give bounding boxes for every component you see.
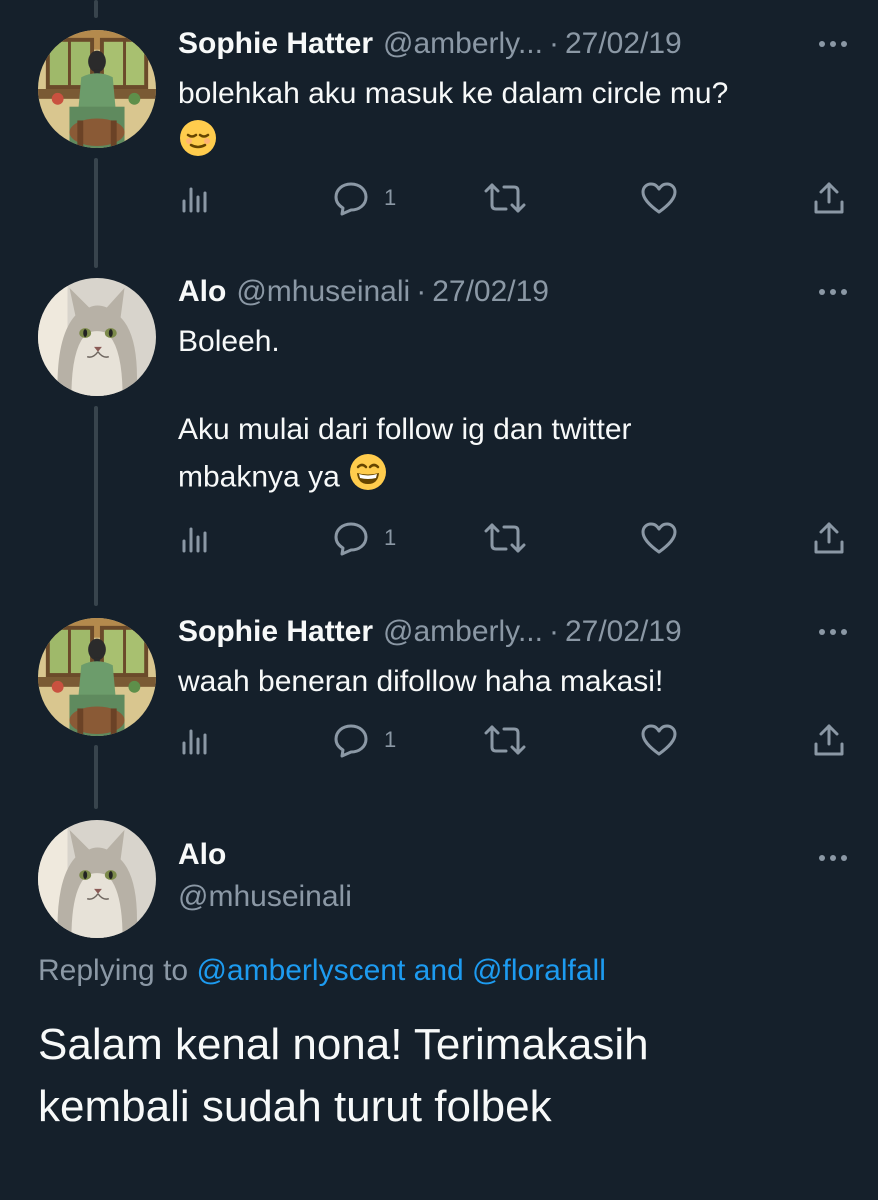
avatar[interactable] xyxy=(38,278,156,396)
tweet-text: bolehkah aku masuk ke dalam circle mu? xyxy=(178,72,838,166)
display-name[interactable]: Alo xyxy=(178,838,226,872)
user-handle[interactable]: @amberly... xyxy=(383,27,543,61)
relieved-face-icon xyxy=(178,118,218,171)
mention-link[interactable]: @amberlyscent xyxy=(196,954,405,987)
like-button[interactable] xyxy=(640,176,678,220)
tweet-text-line: Salam kenal nona! Terimakasih xyxy=(38,1020,649,1069)
tweet-header: Sophie Hatter @amberly... · 27/02/19 xyxy=(178,612,848,652)
share-icon xyxy=(814,724,844,756)
tweet-text-line: bolehkah aku masuk ke dalam circle mu? xyxy=(178,77,729,110)
thread-line xyxy=(94,745,98,809)
avatar[interactable] xyxy=(38,618,156,736)
retweet-icon xyxy=(484,183,526,213)
tweet-text: waah beneran difollow haha makasi! xyxy=(178,660,838,704)
reply-count: 1 xyxy=(384,525,397,550)
tweet-date[interactable]: 27/02/19 xyxy=(565,27,682,61)
share-button[interactable] xyxy=(812,516,846,560)
share-button[interactable] xyxy=(812,176,846,220)
replying-and: and xyxy=(413,954,464,987)
tweet-header: Alo @mhuseinali · 27/02/19 xyxy=(178,272,848,312)
retweet-button[interactable] xyxy=(484,718,526,762)
cat-avatar xyxy=(38,278,156,396)
share-icon xyxy=(814,182,844,214)
display-name[interactable]: Alo xyxy=(178,275,226,309)
more-icon[interactable] xyxy=(804,838,848,878)
avatar[interactable] xyxy=(38,820,156,938)
reply-icon xyxy=(334,182,368,216)
views-icon[interactable] xyxy=(178,516,212,560)
user-handle[interactable]: @amberly... xyxy=(383,615,543,649)
more-icon[interactable] xyxy=(804,612,848,652)
tweet-text-line: Boleeh. xyxy=(178,325,280,358)
tweet-date[interactable]: 27/02/19 xyxy=(432,275,549,309)
tweet-header: Sophie Hatter @amberly... · 27/02/19 xyxy=(178,24,848,64)
share-icon xyxy=(814,522,844,554)
replying-label: Replying to xyxy=(38,954,189,987)
avatar[interactable] xyxy=(38,30,156,148)
like-icon xyxy=(641,182,677,214)
separator-dot: · xyxy=(548,27,559,60)
reply-count: 1 xyxy=(384,185,397,210)
tweet-text-line: Aku mulai dari follow ig dan twitter xyxy=(178,413,632,446)
tweet-text-line: mbaknya ya xyxy=(178,460,340,494)
replying-to: Replying to @amberlyscent and @floralfal… xyxy=(38,954,606,988)
like-button[interactable] xyxy=(640,516,678,560)
thread-line xyxy=(94,158,98,268)
cat-avatar xyxy=(38,820,156,938)
tweet-text: Boleeh. Aku mulai dari follow ig dan twi… xyxy=(178,320,838,505)
girl-window-avatar xyxy=(38,30,156,148)
user-handle[interactable]: @mhuseinali xyxy=(178,880,352,914)
retweet-icon xyxy=(484,725,526,755)
retweet-button[interactable] xyxy=(484,516,526,560)
tweet-date[interactable]: 27/02/19 xyxy=(565,615,682,649)
mention-link[interactable]: @floralfall xyxy=(472,954,606,987)
tweet-actions: 1 xyxy=(178,176,850,220)
display-name[interactable]: Sophie Hatter xyxy=(178,615,373,649)
share-button[interactable] xyxy=(812,718,846,762)
separator-dot: · xyxy=(548,615,559,648)
display-name[interactable]: Sophie Hatter xyxy=(178,27,373,61)
like-icon xyxy=(641,522,677,554)
thread-line xyxy=(94,0,98,18)
grinning-face-icon xyxy=(348,452,388,505)
reply-icon xyxy=(334,522,368,556)
user-handle[interactable]: @mhuseinali xyxy=(236,275,410,309)
views-icon[interactable] xyxy=(178,176,212,220)
thread-line xyxy=(94,406,98,606)
reply-button[interactable]: 1 xyxy=(332,176,396,220)
tweet-actions: 1 xyxy=(178,718,850,762)
reply-button[interactable]: 1 xyxy=(332,516,396,560)
more-icon[interactable] xyxy=(804,24,848,64)
more-icon[interactable] xyxy=(804,272,848,312)
tweet-text-line: kembali sudah turut folbek xyxy=(38,1082,552,1131)
tweet-text-line: waah beneran difollow haha makasi! xyxy=(178,665,664,698)
retweet-button[interactable] xyxy=(484,176,526,220)
like-icon xyxy=(641,724,677,756)
girl-window-avatar xyxy=(38,618,156,736)
tweet-actions: 1 xyxy=(178,516,850,560)
separator-dot: · xyxy=(416,275,427,308)
reply-icon xyxy=(334,724,368,758)
reply-button[interactable]: 1 xyxy=(332,718,396,762)
retweet-icon xyxy=(484,523,526,553)
views-icon[interactable] xyxy=(178,718,212,762)
like-button[interactable] xyxy=(640,718,678,762)
main-tweet-text: Salam kenal nona! Terimakasih kembali su… xyxy=(38,1014,838,1138)
reply-count: 1 xyxy=(384,727,397,752)
